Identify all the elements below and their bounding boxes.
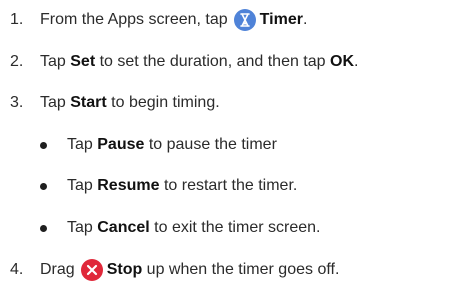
- ok-label: OK: [330, 53, 354, 70]
- step-1: 1. From the Apps screen, tap Timer .: [0, 8, 307, 32]
- resume-label: Resume: [97, 177, 160, 194]
- step-number: 2.: [10, 53, 24, 70]
- bullet-cancel: Tap Cancel to exit the timer screen.: [0, 216, 320, 240]
- start-label: Start: [70, 94, 107, 111]
- set-label: Set: [70, 53, 96, 70]
- stop-label: Stop: [106, 261, 143, 278]
- step-number: 1.: [10, 11, 24, 28]
- step-number: 4.: [10, 261, 24, 278]
- cancel-label: Cancel: [97, 219, 150, 236]
- step-3: 3. Tap Start to begin timing.: [0, 91, 220, 115]
- timer-icon: [233, 9, 256, 31]
- bullet-dot: [40, 224, 47, 232]
- stop-icon: [80, 259, 103, 281]
- instructions-list: 1. From the Apps screen, tap Timer . 2. …: [0, 0, 460, 293]
- timer-label: Timer: [259, 11, 303, 28]
- bullet-pause: Tap Pause to pause the timer: [0, 133, 277, 157]
- step-4: 4. Drag Stop up when the timer goes off.: [0, 258, 339, 282]
- bullet-resume: Tap Resume to restart the timer.: [0, 174, 297, 198]
- step-text: From the Apps screen, tap: [40, 11, 228, 28]
- step-2: 2. Tap Set to set the duration, and then…: [0, 50, 358, 74]
- pause-label: Pause: [97, 136, 145, 153]
- bullet-dot: [40, 141, 47, 149]
- step-number: 3.: [10, 94, 24, 111]
- bullet-dot: [40, 182, 47, 190]
